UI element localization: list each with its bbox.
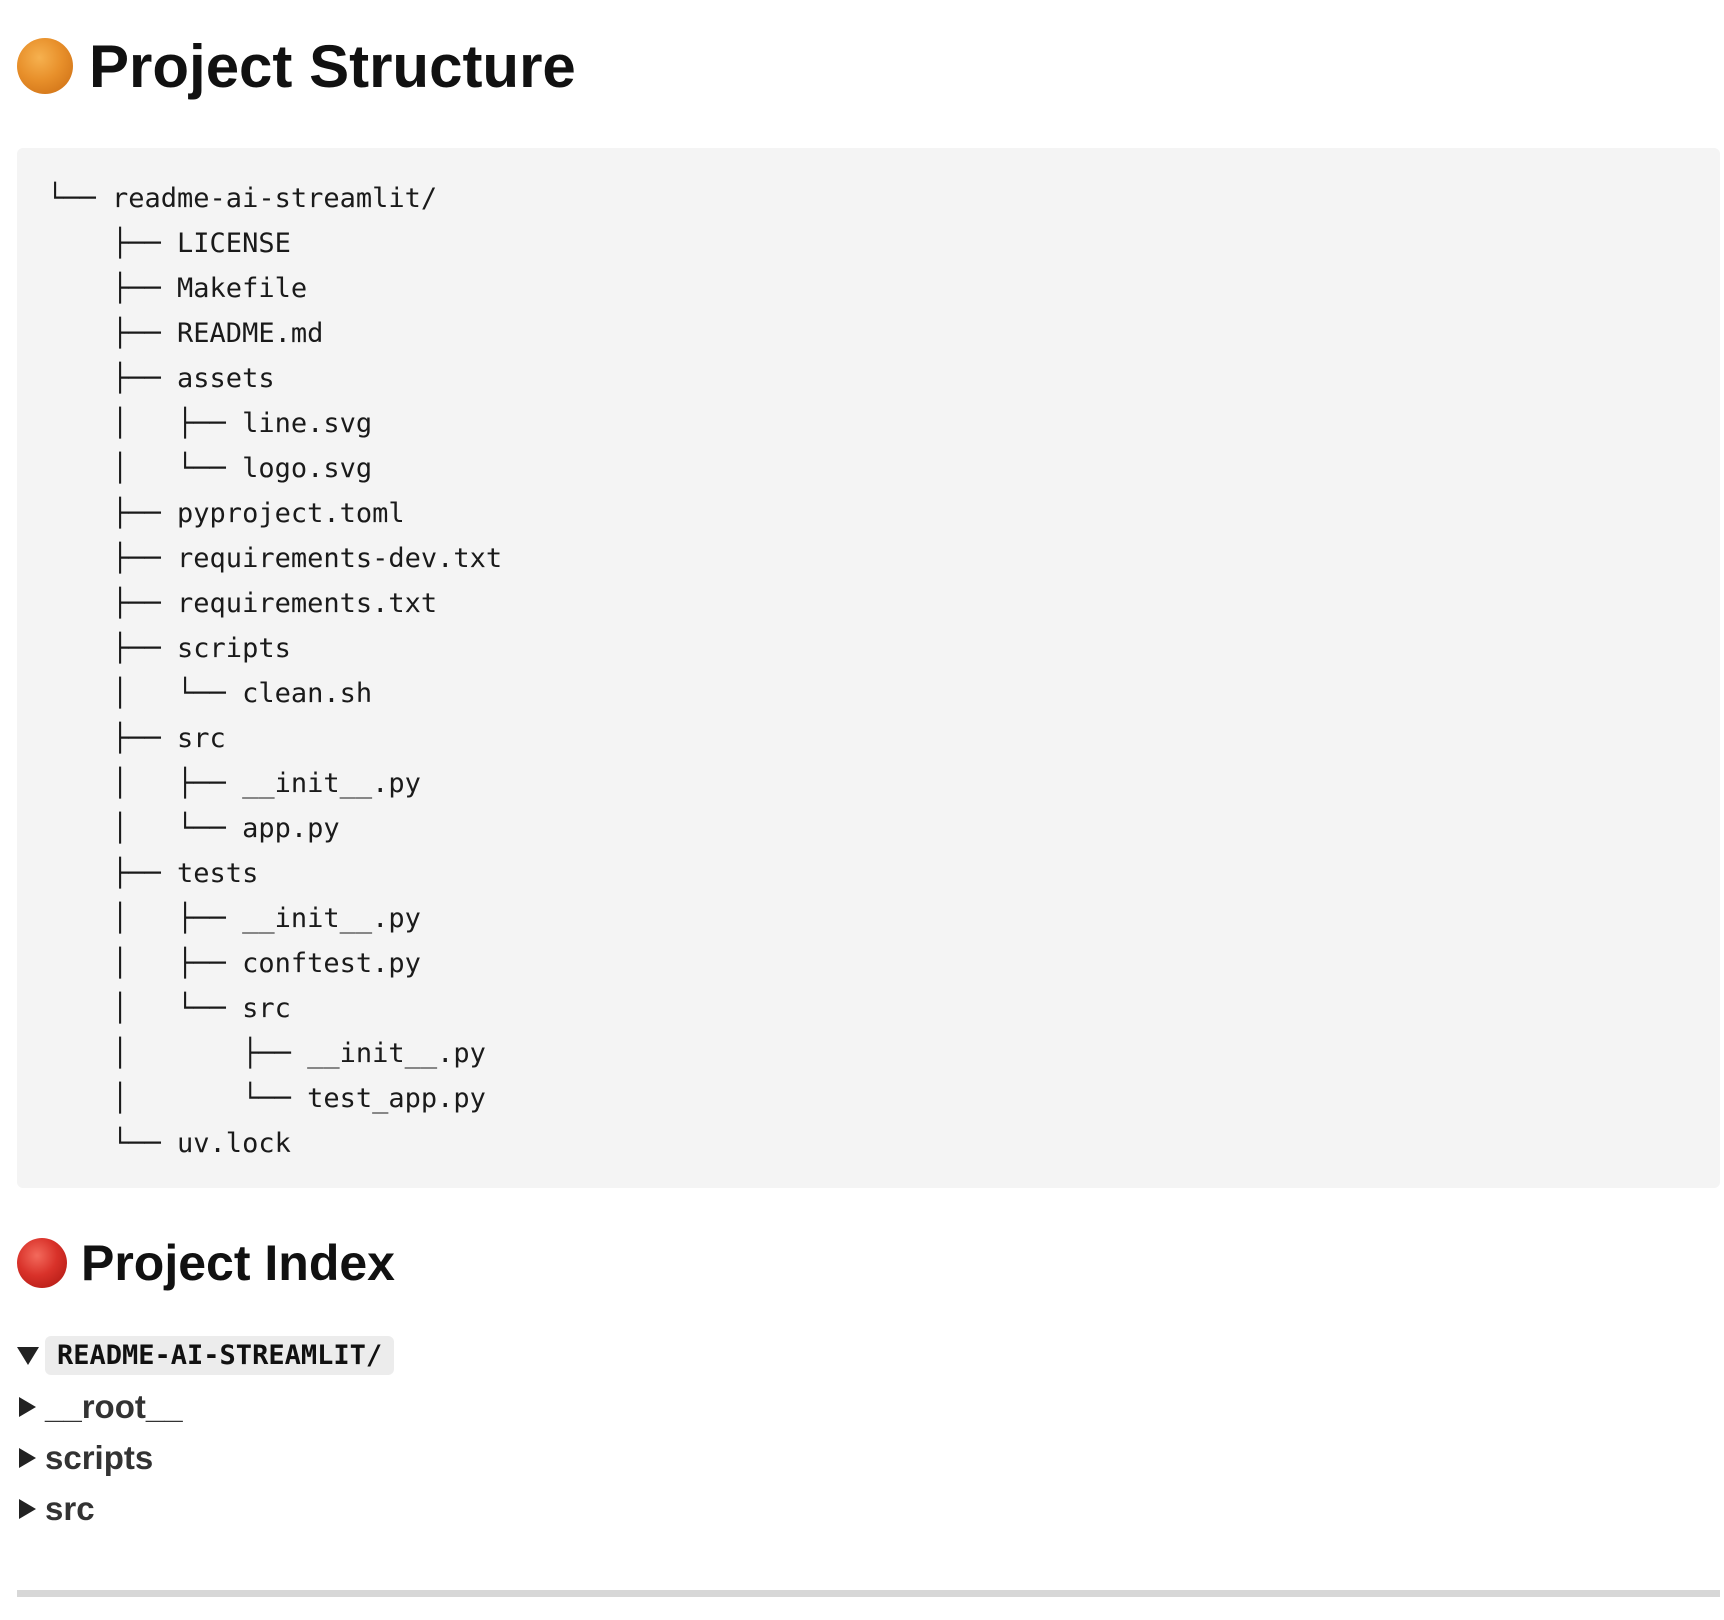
index-root-label: README-AI-STREAMLIT/ [45, 1336, 395, 1375]
index-root-toggle[interactable]: README-AI-STREAMLIT/ [17, 1330, 395, 1381]
tree-line: │ ├── __init__.py [47, 768, 421, 799]
red-circle-icon [17, 1238, 67, 1288]
project-index-heading: Project Index [17, 1231, 395, 1295]
tree-line: └── uv.lock [47, 1128, 291, 1159]
index-item-root[interactable]: __root__ [17, 1381, 394, 1432]
tree-line: ├── src [47, 723, 226, 754]
tree-line: │ ├── line.svg [47, 408, 373, 439]
tree-line: ├── Makefile [47, 273, 308, 304]
tree-line: ├── tests [47, 858, 259, 889]
orange-circle-icon [17, 38, 73, 94]
index-item-label: scripts [45, 1438, 154, 1476]
tree-line: └── readme-ai-streamlit/ [47, 183, 438, 214]
tree-line: │ └── test_app.py [47, 1083, 486, 1114]
tree-line: │ ├── __init__.py [47, 1038, 486, 1069]
index-item-label: src [45, 1489, 95, 1527]
tree-line: ├── LICENSE [47, 228, 291, 259]
tree-line: │ └── logo.svg [47, 453, 373, 484]
index-item-src[interactable]: src [17, 1483, 394, 1534]
project-structure-code-block: └── readme-ai-streamlit/ ├── LICENSE ├──… [17, 148, 1720, 1188]
tree-line: │ └── clean.sh [47, 678, 373, 709]
tree-line: ├── scripts [47, 633, 291, 664]
triangle-right-icon [17, 1432, 41, 1483]
tree-line: ├── requirements-dev.txt [47, 543, 503, 574]
tree-line: │ └── app.py [47, 813, 340, 844]
project-structure-title: Project Structure [89, 32, 576, 100]
index-item-label: __root__ [45, 1387, 183, 1425]
tree-line: ├── pyproject.toml [47, 498, 405, 529]
tree-line: │ ├── __init__.py [47, 903, 421, 934]
tree-line: │ └── src [47, 993, 291, 1024]
tree-line: ├── assets [47, 363, 275, 394]
triangle-right-icon [17, 1381, 41, 1432]
project-index-title: Project Index [81, 1235, 395, 1291]
index-item-scripts[interactable]: scripts [17, 1432, 394, 1483]
project-structure-heading: Project Structure [17, 30, 576, 102]
tree-line: ├── README.md [47, 318, 324, 349]
triangle-down-icon [17, 1330, 41, 1381]
project-index-tree: README-AI-STREAMLIT/ __root__ scripts sr… [17, 1330, 395, 1534]
tree-line: │ ├── conftest.py [47, 948, 421, 979]
horizontal-rule [17, 1590, 1720, 1597]
triangle-right-icon [17, 1483, 41, 1534]
tree-line: ├── requirements.txt [47, 588, 438, 619]
